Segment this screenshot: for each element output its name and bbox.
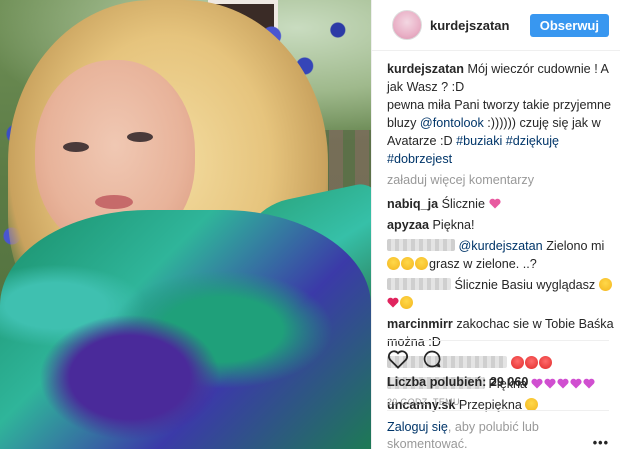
comment: nabiq_ja Ślicznie: [387, 195, 617, 213]
grin-emoji-icon: [401, 257, 414, 270]
action-bar: [387, 341, 609, 375]
comment-text: Ślicznie: [441, 197, 485, 211]
login-prompt: Zaloguj się, aby polubić lub skomentować…: [387, 410, 609, 449]
caption-username[interactable]: kurdejszatan: [387, 62, 464, 76]
comment-username[interactable]: apyzaa: [387, 218, 429, 232]
red-heart-icon: [387, 297, 399, 308]
grin-emoji-icon: [415, 257, 428, 270]
hashtag-dziekuje[interactable]: #dziękuję: [506, 134, 559, 148]
blurred-username: [387, 239, 455, 251]
comment-username[interactable]: marcinmirr: [387, 317, 453, 331]
login-link[interactable]: Zaloguj się: [387, 420, 448, 434]
photo-eye-left: [63, 142, 89, 152]
comment-text-b: grasz w zielone. ..?: [429, 257, 537, 271]
photo-lips: [95, 195, 133, 209]
photo-eye-right: [127, 132, 153, 142]
load-more-comments[interactable]: załaduj więcej komentarzy: [387, 171, 617, 189]
comment-mention[interactable]: @kurdejszatan: [459, 239, 543, 253]
post-photo[interactable]: [0, 0, 371, 449]
avatar[interactable]: [392, 10, 422, 40]
follow-button[interactable]: Obserwuj: [529, 13, 609, 37]
comment-bubble-icon[interactable]: [421, 349, 443, 369]
post-header: kurdejszatan Obserwuj: [372, 0, 620, 51]
comment: Ślicznie Basiu wyglądasz: [387, 276, 617, 312]
header-username[interactable]: kurdejszatan: [430, 18, 530, 33]
likes-count[interactable]: Liczba polubień: 29 060: [387, 375, 609, 389]
post-sidebar: kurdejszatan Obserwuj kurdejszatan Mój w…: [371, 0, 620, 449]
comment: @kurdejszatan Zielono mi grasz w zielone…: [387, 237, 617, 273]
caption-mention[interactable]: @fontolook: [420, 116, 484, 130]
comment-text: Zielono mi: [542, 239, 605, 253]
hashtag-buziaki[interactable]: #buziaki: [456, 134, 502, 148]
heart-outline-icon[interactable]: [387, 349, 409, 369]
caption: kurdejszatan Mój wieczór cudownie ! A ja…: [387, 60, 617, 168]
blurred-username: [387, 278, 451, 290]
photo-shirt: [0, 210, 371, 449]
pink-heart-icon: [488, 198, 501, 209]
post-actions: Liczba polubień: 29 060 20 GODZ. TEMU: [387, 340, 609, 407]
instagram-post: kurdejszatan Obserwuj kurdejszatan Mój w…: [0, 0, 620, 449]
comment: apyzaa Piękna!: [387, 216, 617, 234]
heart-eyes-emoji-icon: [598, 278, 612, 291]
comment-text: Piękna!: [432, 218, 475, 232]
more-options-icon[interactable]: •••: [593, 435, 609, 449]
hashtag-dobrzejest[interactable]: #dobrzejest: [387, 152, 452, 166]
smile-emoji-icon: [400, 296, 413, 309]
comment-text: Ślicznie Basiu wyglądasz: [454, 278, 596, 292]
grin-emoji-icon: [387, 257, 400, 270]
timestamp: 20 GODZ. TEMU: [387, 397, 460, 407]
comment-username[interactable]: nabiq_ja: [387, 197, 438, 211]
